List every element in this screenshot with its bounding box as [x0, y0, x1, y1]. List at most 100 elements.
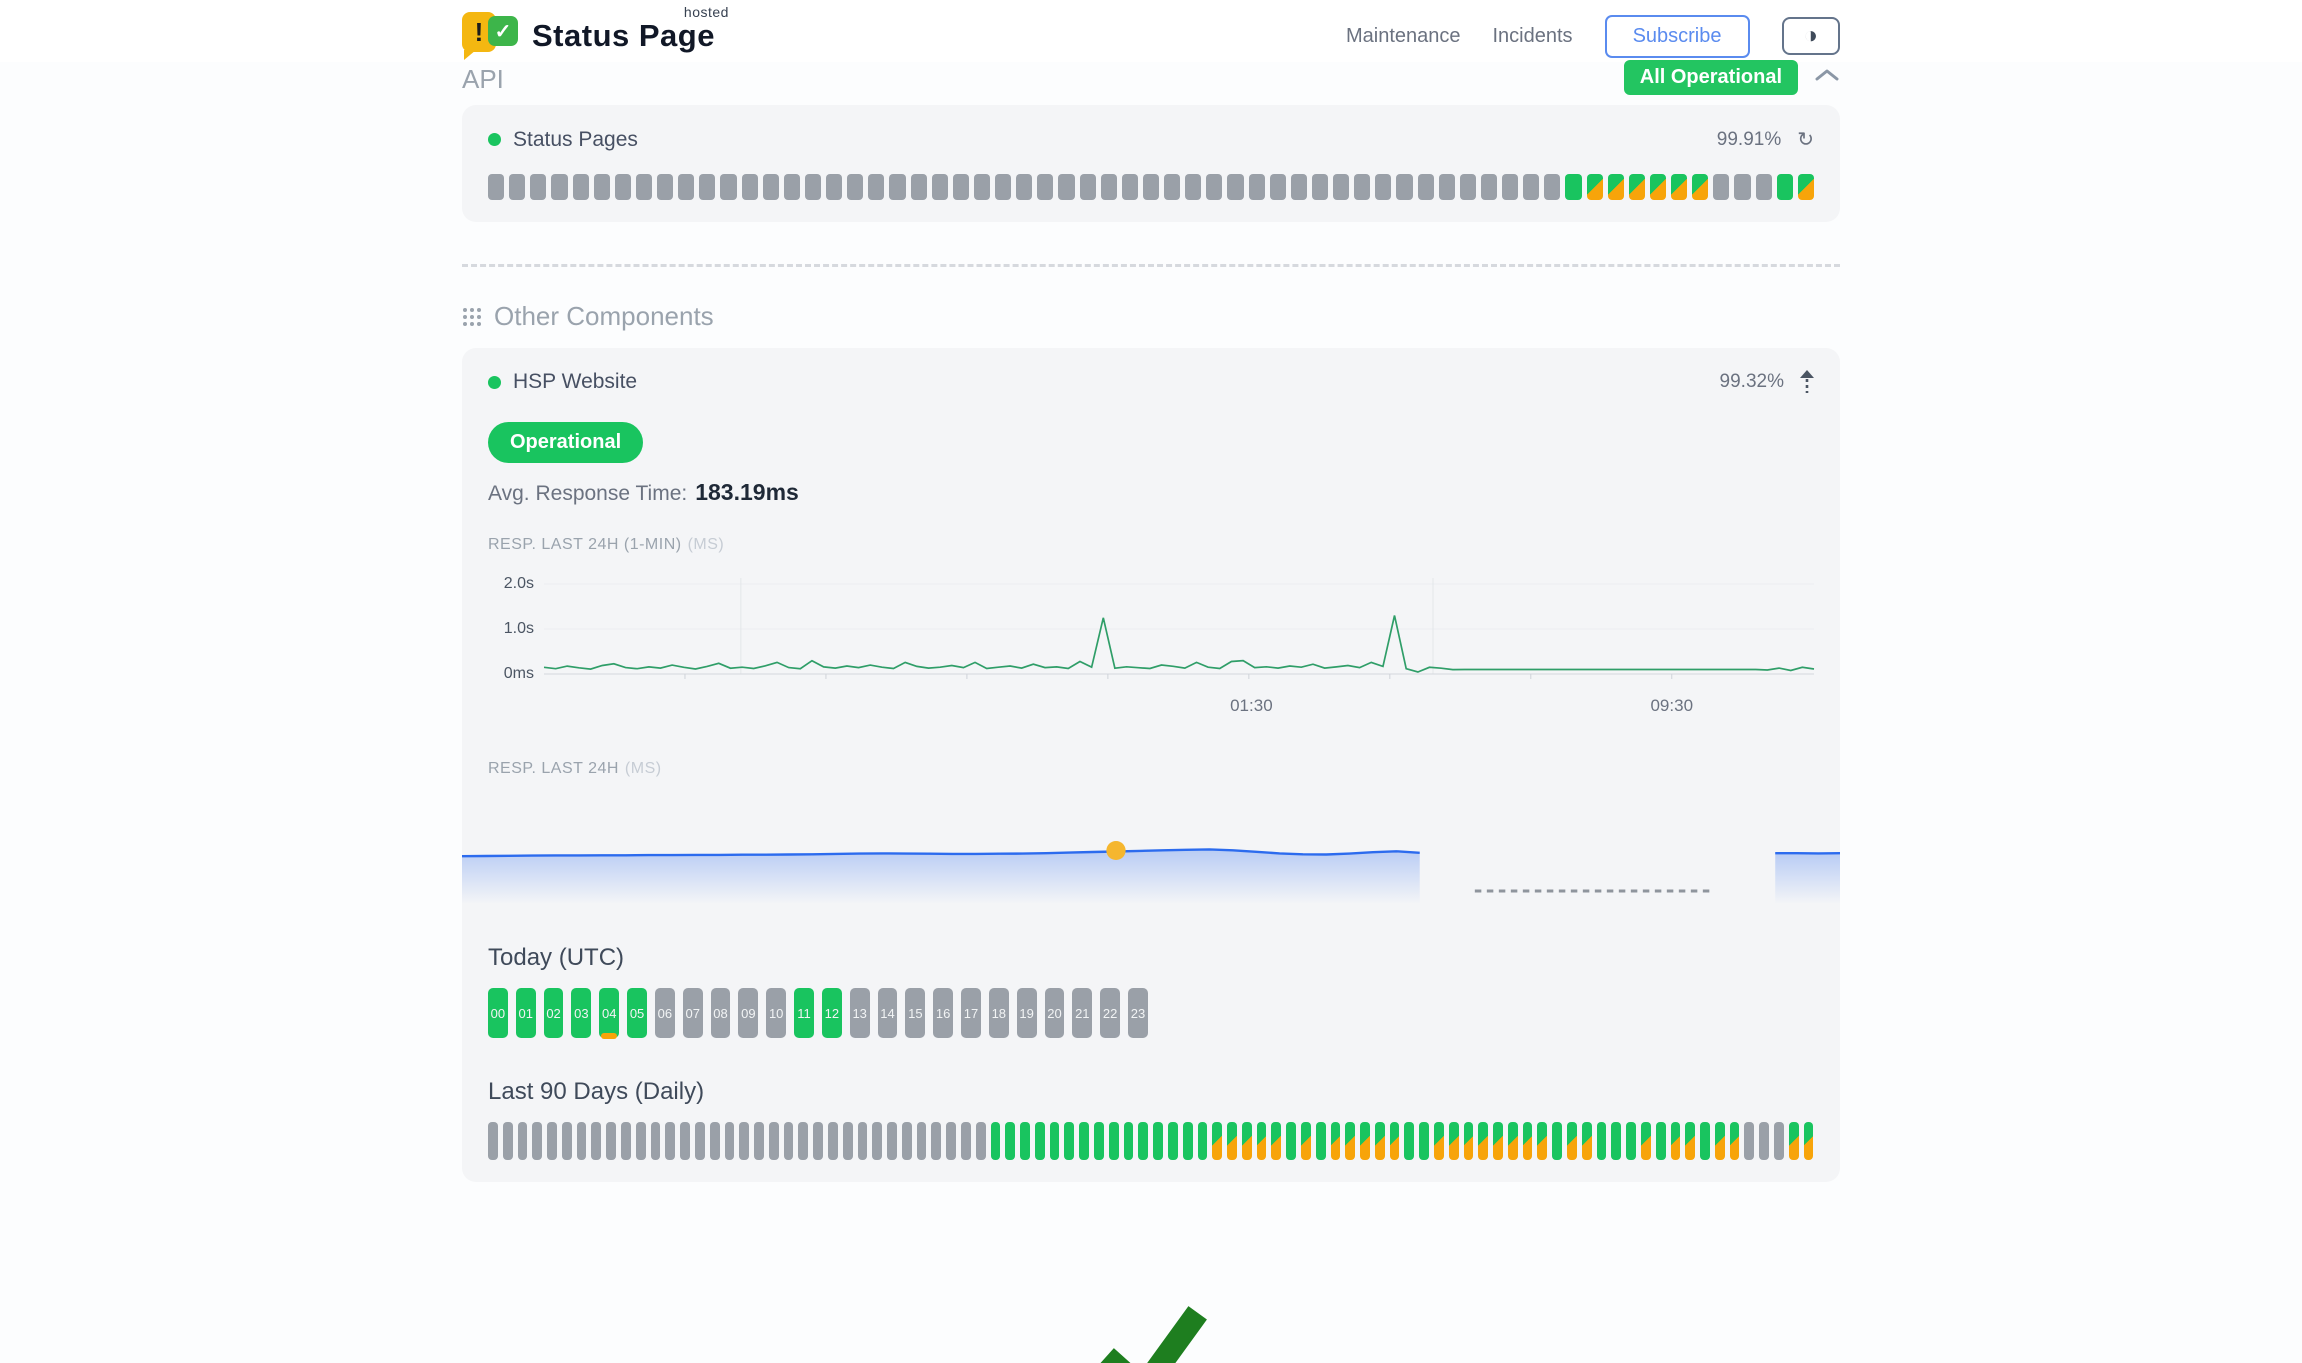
- uptime-bar[interactable]: [1037, 174, 1053, 200]
- hour-block-10[interactable]: 10: [766, 988, 786, 1038]
- uptime-bar[interactable]: [1774, 1122, 1784, 1160]
- uptime-bar[interactable]: [974, 174, 990, 200]
- uptime-bar[interactable]: [1050, 1122, 1060, 1160]
- uptime-bar[interactable]: [953, 174, 969, 200]
- hour-block-00[interactable]: 00: [488, 988, 508, 1038]
- uptime-bar[interactable]: [503, 1122, 513, 1160]
- uptime-bar[interactable]: [651, 1122, 661, 1160]
- uptime-bar[interactable]: [1565, 174, 1581, 200]
- uptime-bar[interactable]: [763, 174, 779, 200]
- uptime-bar[interactable]: [1124, 1122, 1134, 1160]
- uptime-bar[interactable]: [872, 1122, 882, 1160]
- hour-block-13[interactable]: 13: [850, 988, 870, 1038]
- uptime-bar[interactable]: [1434, 1122, 1444, 1160]
- uptime-bar[interactable]: [1629, 174, 1645, 200]
- uptime-bar[interactable]: [932, 174, 948, 200]
- uptime-bar[interactable]: [946, 1122, 956, 1160]
- hour-block-08[interactable]: 08: [711, 988, 731, 1038]
- uptime-bar[interactable]: [1227, 174, 1243, 200]
- uptime-bar[interactable]: [1418, 174, 1434, 200]
- uptime-bar[interactable]: [1597, 1122, 1607, 1160]
- hour-block-15[interactable]: 15: [905, 988, 925, 1038]
- uptime-bar[interactable]: [1291, 174, 1307, 200]
- uptime-bar[interactable]: [1286, 1122, 1296, 1160]
- uptime-bar[interactable]: [1354, 174, 1370, 200]
- uptime-bar[interactable]: [931, 1122, 941, 1160]
- uptime-bar[interactable]: [577, 1122, 587, 1160]
- uptime-bar[interactable]: [754, 1122, 764, 1160]
- uptime-bar[interactable]: [784, 1122, 794, 1160]
- uptime-bar[interactable]: [1671, 174, 1687, 200]
- uptime-bar[interactable]: [1064, 1122, 1074, 1160]
- uptime-bar[interactable]: [1227, 1122, 1237, 1160]
- uptime-bar[interactable]: [798, 1122, 808, 1160]
- uptime-bar[interactable]: [1715, 1122, 1725, 1160]
- uptime-bar[interactable]: [911, 174, 927, 200]
- uptime-bar[interactable]: [1756, 174, 1772, 200]
- uptime-bar[interactable]: [1798, 174, 1814, 200]
- uptime-bar[interactable]: [1493, 1122, 1503, 1160]
- uptime-bar[interactable]: [1101, 174, 1117, 200]
- hour-block-06[interactable]: 06: [655, 988, 675, 1038]
- hour-block-01[interactable]: 01: [516, 988, 536, 1038]
- uptime-bar[interactable]: [621, 1122, 631, 1160]
- uptime-bar[interactable]: [1730, 1122, 1740, 1160]
- hour-block-22[interactable]: 22: [1100, 988, 1120, 1038]
- uptime-bar[interactable]: [1316, 1122, 1326, 1160]
- nav-maintenance[interactable]: Maintenance: [1346, 25, 1461, 48]
- uptime-bar[interactable]: [902, 1122, 912, 1160]
- hour-block-18[interactable]: 18: [989, 988, 1009, 1038]
- hour-block-07[interactable]: 07: [683, 988, 703, 1038]
- uptime-bar[interactable]: [1439, 174, 1455, 200]
- uptime-bar[interactable]: [847, 174, 863, 200]
- uptime-bar[interactable]: [826, 174, 842, 200]
- hour-block-05[interactable]: 05: [627, 988, 647, 1038]
- hour-block-20[interactable]: 20: [1045, 988, 1065, 1038]
- uptime-bar[interactable]: [532, 1122, 542, 1160]
- collapse-arrow-icon[interactable]: [1800, 370, 1814, 394]
- hour-block-12[interactable]: 12: [822, 988, 842, 1038]
- uptime-bar[interactable]: [1582, 1122, 1592, 1160]
- subscribe-button[interactable]: Subscribe: [1605, 15, 1750, 58]
- uptime-bar[interactable]: [805, 174, 821, 200]
- uptime-bar[interactable]: [1375, 174, 1391, 200]
- uptime-bar[interactable]: [699, 174, 715, 200]
- hour-block-02[interactable]: 02: [544, 988, 564, 1038]
- uptime-bar[interactable]: [1301, 1122, 1311, 1160]
- uptime-bar[interactable]: [680, 1122, 690, 1160]
- uptime-bar[interactable]: [547, 1122, 557, 1160]
- uptime-bar[interactable]: [742, 174, 758, 200]
- uptime-bar[interactable]: [1079, 1122, 1089, 1160]
- uptime-bar[interactable]: [1164, 174, 1180, 200]
- uptime-bar[interactable]: [665, 1122, 675, 1160]
- uptime-bar[interactable]: [1502, 174, 1518, 200]
- uptime-bar[interactable]: [995, 174, 1011, 200]
- uptime-bar[interactable]: [1692, 174, 1708, 200]
- uptime-bar[interactable]: [1404, 1122, 1414, 1160]
- uptime-bar[interactable]: [739, 1122, 749, 1160]
- uptime-bar[interactable]: [1345, 1122, 1355, 1160]
- uptime-bar[interactable]: [1544, 174, 1560, 200]
- uptime-bar[interactable]: [1206, 174, 1222, 200]
- uptime-bar[interactable]: [1122, 174, 1138, 200]
- uptime-bar[interactable]: [636, 174, 652, 200]
- uptime-bar[interactable]: [1185, 174, 1201, 200]
- uptime-bar[interactable]: [1390, 1122, 1400, 1160]
- uptime-bar[interactable]: [530, 174, 546, 200]
- hour-block-14[interactable]: 14: [878, 988, 898, 1038]
- uptime-bar[interactable]: [1153, 1122, 1163, 1160]
- uptime-bar[interactable]: [725, 1122, 735, 1160]
- uptime-bar[interactable]: [889, 174, 905, 200]
- uptime-bar[interactable]: [1700, 1122, 1710, 1160]
- uptime-bar[interactable]: [1804, 1122, 1814, 1160]
- uptime-bar[interactable]: [551, 174, 567, 200]
- uptime-bar[interactable]: [509, 174, 525, 200]
- uptime-bar[interactable]: [976, 1122, 986, 1160]
- uptime-bar[interactable]: [591, 1122, 601, 1160]
- uptime-bar[interactable]: [784, 174, 800, 200]
- uptime-bar[interactable]: [1020, 1122, 1030, 1160]
- data-point-marker[interactable]: [1106, 841, 1125, 860]
- hour-block-16[interactable]: 16: [933, 988, 953, 1038]
- uptime-bar[interactable]: [1608, 174, 1624, 200]
- hour-block-21[interactable]: 21: [1072, 988, 1092, 1038]
